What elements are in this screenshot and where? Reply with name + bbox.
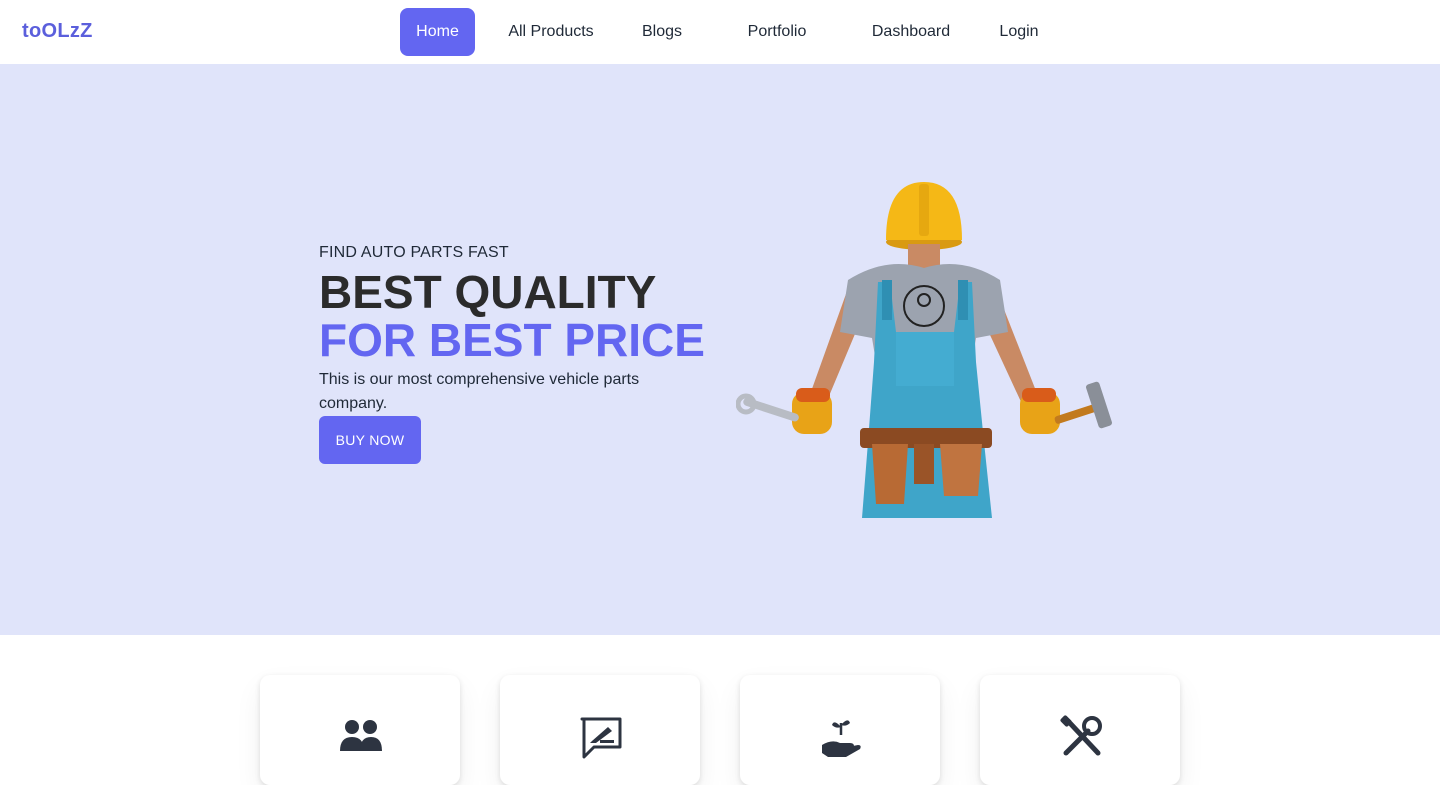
hero-text: FIND AUTO PARTS FAST BEST QUALITY FOR BE…: [319, 244, 719, 464]
nav-item-home[interactable]: Home: [400, 8, 475, 56]
nav-item-login[interactable]: Login: [990, 8, 1048, 56]
nav-item-all-products[interactable]: All Products: [495, 8, 607, 56]
users-icon: [340, 720, 382, 751]
feature-card: [500, 675, 700, 785]
hero-tagline: This is our most comprehensive vehicle p…: [319, 371, 640, 412]
navbar: toOLzZ Home All Products Blogs Portfolio…: [0, 0, 1440, 64]
feature-card: [740, 675, 940, 785]
feature-card: [980, 675, 1180, 785]
hand-plant-icon: [822, 720, 861, 757]
hero-headline-accent: FOR BEST PRICE: [319, 314, 705, 366]
nav-item-portfolio[interactable]: Portfolio: [732, 8, 822, 56]
nav-item-blogs[interactable]: Blogs: [628, 8, 696, 56]
features-section: [0, 635, 1440, 785]
buy-now-button[interactable]: BUY NOW: [319, 416, 421, 464]
worker-with-tools-image: [736, 182, 1112, 518]
nav-menu: Home All Products Blogs Portfolio Dashbo…: [400, 8, 1060, 56]
hero-headline-primary: BEST QUALITY: [319, 266, 657, 318]
hero-section: FIND AUTO PARTS FAST BEST QUALITY FOR BE…: [0, 64, 1440, 635]
review-comment-icon: [580, 717, 622, 759]
tools-icon: [1060, 715, 1102, 756]
brand-logo[interactable]: toOLzZ: [22, 20, 93, 43]
feature-card: [260, 675, 460, 785]
hero-eyebrow: FIND AUTO PARTS FAST: [319, 244, 509, 261]
nav-item-dashboard[interactable]: Dashboard: [860, 8, 962, 56]
